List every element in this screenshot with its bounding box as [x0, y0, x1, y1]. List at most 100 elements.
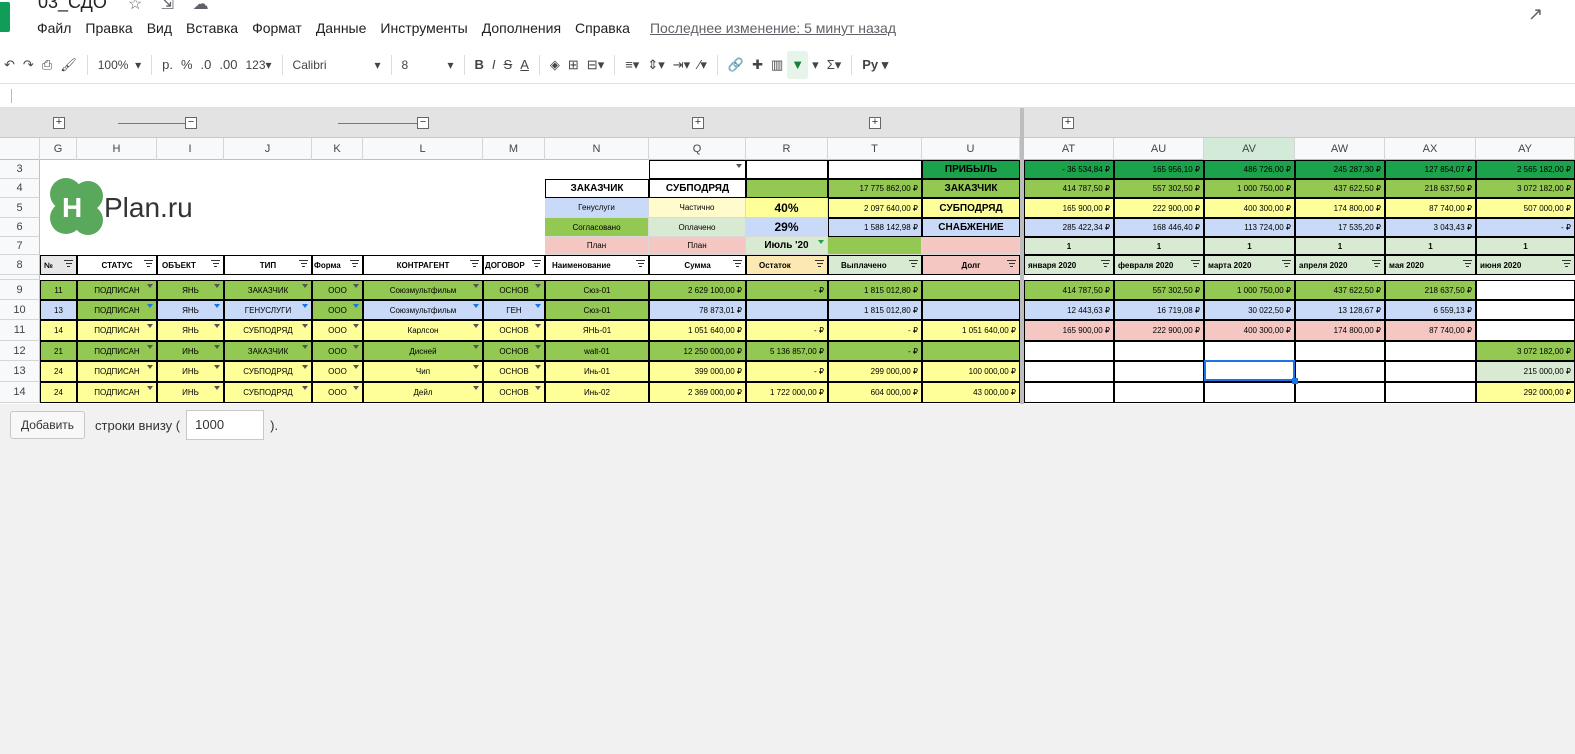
- dropdown-arrow-icon[interactable]: [473, 345, 479, 349]
- fill-color-icon[interactable]: ◈: [546, 51, 564, 79]
- print-icon[interactable]: ⎙: [38, 51, 56, 79]
- t3-cell[interactable]: [828, 160, 922, 179]
- row-month-cell[interactable]: 215 000,00 ₽: [1476, 361, 1575, 382]
- dropdown-arrow-icon[interactable]: [353, 304, 359, 308]
- summary-r3-cell[interactable]: 2 565 182,00 ₽: [1476, 160, 1575, 179]
- filter-icon[interactable]: [1463, 260, 1472, 267]
- summary-r6-cell[interactable]: 3 043,43 ₽: [1385, 218, 1476, 237]
- subpodryad-header[interactable]: СУБПОДРЯД: [649, 179, 746, 198]
- row-month-cell[interactable]: 6 559,13 ₽: [1385, 300, 1476, 320]
- row-month-cell[interactable]: [1476, 300, 1575, 320]
- dropdown-arrow-icon[interactable]: [302, 284, 308, 288]
- rows-count-input[interactable]: 1000: [186, 410, 265, 440]
- col-header[interactable]: T: [828, 138, 922, 160]
- dropdown-arrow-icon[interactable]: [535, 284, 541, 288]
- currency-button[interactable]: р.: [158, 51, 177, 79]
- summary-r7-cell[interactable]: 1: [1295, 237, 1385, 255]
- row-month-cell[interactable]: 3 072 182,00 ₽: [1476, 341, 1575, 361]
- row-ost-cell[interactable]: - ₽: [746, 361, 828, 382]
- row-header[interactable]: 14: [0, 382, 40, 403]
- horizontal-align-icon[interactable]: ≡▾: [621, 51, 643, 79]
- row-dolg-cell[interactable]: [922, 341, 1020, 361]
- row-form-cell[interactable]: ООО: [312, 320, 363, 341]
- expand-group-icon[interactable]: +: [692, 117, 704, 129]
- row-month-cell[interactable]: [1295, 382, 1385, 403]
- add-rows-button[interactable]: Добавить: [10, 411, 86, 439]
- filter-icon[interactable]: [532, 260, 541, 267]
- row-header[interactable]: 12: [0, 341, 40, 361]
- month-select-cell[interactable]: Июль '20: [746, 237, 828, 255]
- t6-total[interactable]: 1 588 142,98 ₽: [828, 218, 922, 237]
- collapse-group-icon[interactable]: −: [417, 117, 429, 129]
- col-header[interactable]: AU: [1114, 138, 1204, 160]
- row-form-cell[interactable]: ООО: [312, 382, 363, 403]
- row-sum-cell[interactable]: 399 000,00 ₽: [649, 361, 746, 382]
- row-ka-cell[interactable]: Дисней: [363, 341, 483, 361]
- row-month-cell[interactable]: [1024, 341, 1114, 361]
- summary-r4-cell[interactable]: 437 622,50 ₽: [1295, 179, 1385, 198]
- collapse-group-icon[interactable]: −: [185, 117, 197, 129]
- row-ka-cell[interactable]: Чип: [363, 361, 483, 382]
- percent-button[interactable]: %: [177, 51, 197, 79]
- filter-icon[interactable]: [1101, 260, 1110, 267]
- row-sum-cell[interactable]: 78 873,01 ₽: [649, 300, 746, 320]
- row-sum-cell[interactable]: 2 369 000,00 ₽: [649, 382, 746, 403]
- row-month-cell[interactable]: 400 300,00 ₽: [1204, 320, 1295, 341]
- col-header[interactable]: N: [545, 138, 649, 160]
- row-obj-cell[interactable]: ИНЬ: [157, 382, 224, 403]
- u7-cell[interactable]: [922, 237, 1020, 255]
- row-name-cell[interactable]: walt-01: [545, 341, 649, 361]
- row-sum-cell[interactable]: 1 051 640,00 ₽: [649, 320, 746, 341]
- summary-r5-cell[interactable]: 400 300,00 ₽: [1204, 198, 1295, 218]
- last-edit-link[interactable]: Последнее изменение: 5 минут назад: [650, 20, 896, 36]
- row-ost-cell[interactable]: - ₽: [746, 280, 828, 300]
- sheets-logo-icon[interactable]: [0, 2, 10, 32]
- col-header[interactable]: H: [77, 138, 157, 160]
- summary-r6-cell[interactable]: 113 724,00 ₽: [1204, 218, 1295, 237]
- font-size-select[interactable]: 8 ▾: [398, 51, 458, 79]
- row-dolg-cell[interactable]: 1 051 640,00 ₽: [922, 320, 1020, 341]
- functions-icon[interactable]: Σ▾: [823, 51, 846, 79]
- row-dolg-cell[interactable]: [922, 300, 1020, 320]
- genuslugi-cell[interactable]: Генуслуги: [545, 198, 649, 218]
- row-type-cell[interactable]: СУБПОДРЯД: [224, 361, 312, 382]
- dropdown-arrow-icon[interactable]: [214, 386, 220, 390]
- menu-insert[interactable]: Вставка: [186, 20, 238, 36]
- filter-icon[interactable]: [299, 260, 308, 267]
- filter-icon[interactable]: ▼: [787, 50, 809, 79]
- summary-r3-cell[interactable]: 245 287,30 ₽: [1295, 160, 1385, 179]
- dropdown-arrow-icon[interactable]: [535, 324, 541, 328]
- row-month-cell[interactable]: 557 302,50 ₽: [1114, 280, 1204, 300]
- col-header[interactable]: I: [157, 138, 224, 160]
- row-n-cell[interactable]: 24: [40, 382, 77, 403]
- row-ost-cell[interactable]: 1 722 000,00 ₽: [746, 382, 828, 403]
- row-vypl-cell[interactable]: 1 815 012,80 ₽: [828, 280, 922, 300]
- dropdown-arrow-icon[interactable]: [353, 345, 359, 349]
- row-name-cell[interactable]: Сюз-01: [545, 280, 649, 300]
- row-ost-cell[interactable]: [746, 300, 828, 320]
- col-header[interactable]: M: [483, 138, 545, 160]
- row-month-cell[interactable]: [1114, 341, 1204, 361]
- row-n-cell[interactable]: 21: [40, 341, 77, 361]
- row-type-cell[interactable]: ЗАКАЗЧИК: [224, 341, 312, 361]
- header-status[interactable]: СТАТУС: [77, 255, 157, 275]
- dropdown-arrow-icon[interactable]: [147, 324, 153, 328]
- row-month-cell[interactable]: 222 900,00 ₽: [1114, 320, 1204, 341]
- row-month-cell[interactable]: 165 900,00 ₽: [1024, 320, 1114, 341]
- summary-r3-cell[interactable]: 486 726,00 ₽: [1204, 160, 1295, 179]
- row-month-cell[interactable]: 30 022,50 ₽: [1204, 300, 1295, 320]
- col-header[interactable]: R: [746, 138, 828, 160]
- row-ka-cell[interactable]: Союзмультфильм: [363, 280, 483, 300]
- dropdown-arrow-icon[interactable]: [818, 240, 824, 244]
- paint-format-icon[interactable]: 🖌: [56, 51, 81, 79]
- row-month-cell[interactable]: 292 000,00 ₽: [1476, 382, 1575, 403]
- row-form-cell[interactable]: ООО: [312, 361, 363, 382]
- row-dog-cell[interactable]: ОСНОВ: [483, 382, 545, 403]
- selected-cell[interactable]: [1204, 360, 1295, 381]
- header-month[interactable]: января 2020: [1024, 255, 1114, 275]
- insert-link-icon[interactable]: 🔗: [724, 51, 748, 79]
- row-n-cell[interactable]: 14: [40, 320, 77, 341]
- menu-addons[interactable]: Дополнения: [482, 20, 561, 36]
- row-month-cell[interactable]: [1024, 361, 1114, 382]
- filter-views-icon[interactable]: ▾: [808, 51, 823, 79]
